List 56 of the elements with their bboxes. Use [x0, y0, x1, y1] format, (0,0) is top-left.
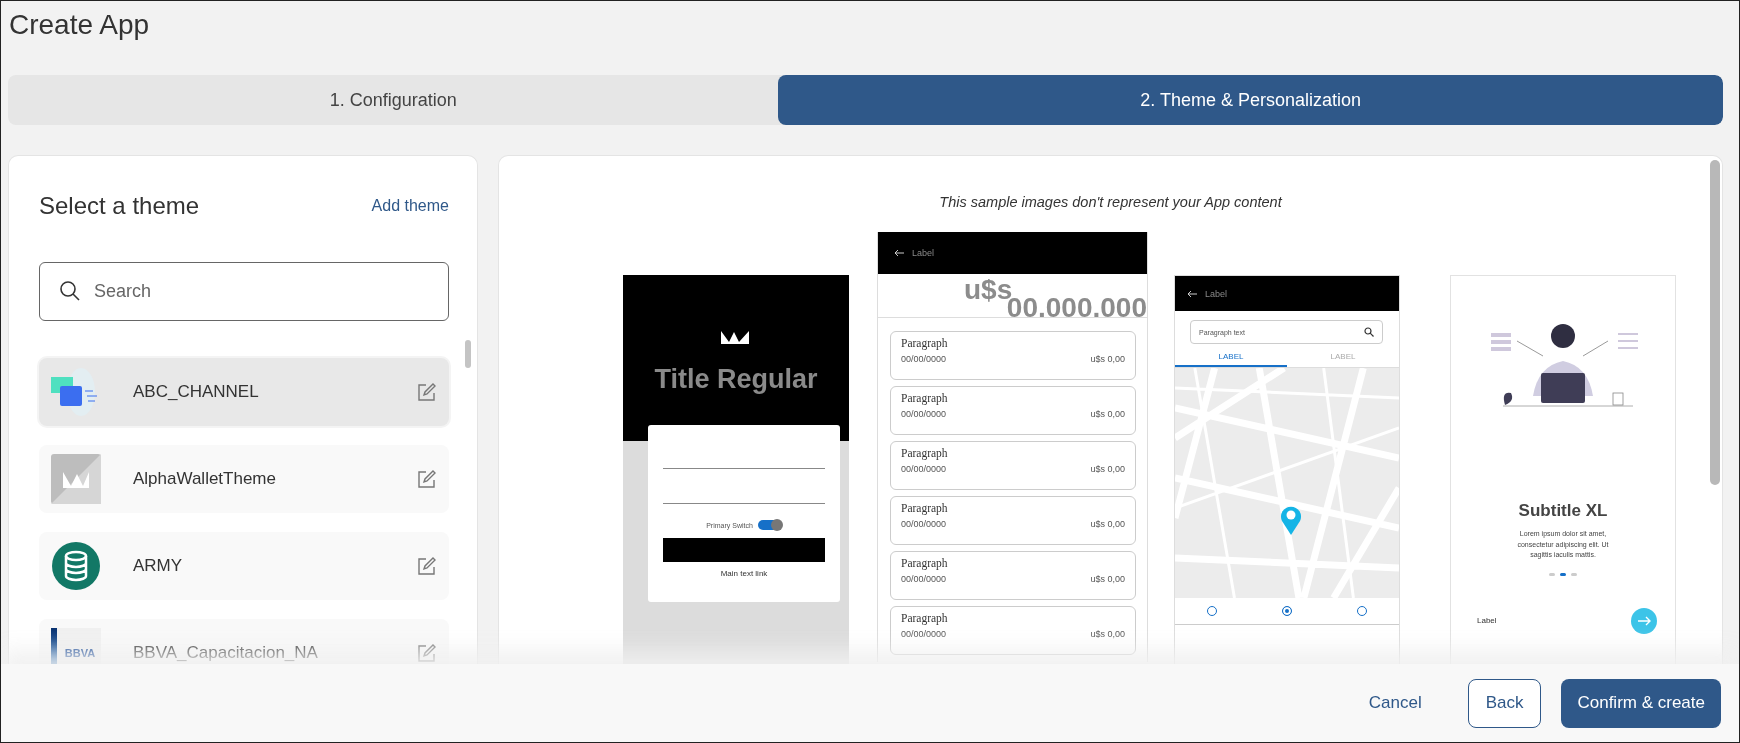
card-date: 00/00/0000 [901, 519, 947, 529]
panel-heading: Select a theme [39, 192, 200, 220]
back-arrow-icon [1187, 289, 1197, 298]
bank-logo: BBVA [51, 628, 101, 664]
back-arrow-icon [894, 249, 904, 257]
theme-name: ABC_CHANNEL [132, 382, 260, 402]
theme-item[interactable]: AlphaWalletTheme [39, 445, 449, 513]
step-tab[interactable]: 1. Configuration [8, 75, 779, 125]
mockup-title: Title Regular [654, 364, 818, 395]
edit-icon[interactable] [417, 382, 437, 402]
crown-logo-icon [51, 454, 101, 504]
crown-logo-icon [721, 330, 751, 346]
card-amount: u$s 0,00 [1090, 519, 1125, 529]
card-title: Paragraph [901, 502, 949, 514]
card-title: Paragraph [901, 337, 949, 349]
theme-name: ARMY [132, 556, 184, 576]
card-amount: u$s 0,00 [1090, 629, 1125, 639]
edit-icon[interactable] [417, 556, 437, 576]
theme-item[interactable]: ABC_CHANNEL [39, 358, 449, 426]
edit-icon[interactable] [417, 643, 437, 663]
search-icon [59, 280, 81, 302]
search-field[interactable]: Search [39, 262, 449, 321]
card-title: Paragraph [901, 447, 949, 459]
confirm-button[interactable]: Confirm & create [1561, 678, 1721, 728]
card-date: 00/00/0000 [901, 629, 947, 639]
card-date: 00/00/0000 [901, 409, 947, 419]
map-pin-icon [1280, 505, 1302, 535]
card-amount: u$s 0,00 [1090, 574, 1125, 584]
card-date: 00/00/0000 [901, 574, 947, 584]
header-label: Label [912, 248, 935, 258]
cancel-button[interactable]: Cancel [1354, 683, 1436, 723]
scrollbar[interactable] [1710, 160, 1720, 485]
edit-icon[interactable] [417, 469, 437, 489]
back-button[interactable]: Back [1467, 678, 1542, 728]
card-amount: u$s 0,00 [1090, 354, 1125, 364]
search-icon [1364, 327, 1374, 337]
add-theme-link[interactable]: Add theme [371, 197, 449, 215]
mockup-label: Label [1477, 616, 1497, 625]
database-icon [51, 541, 101, 591]
card-title: Paragraph [901, 557, 949, 569]
card-date: 00/00/0000 [901, 464, 947, 474]
page-title: Create App [8, 8, 151, 42]
preview-caption: This sample images don't represent your App content [938, 194, 1284, 210]
scrollbar[interactable] [465, 340, 471, 368]
card-title: Paragraph [901, 392, 949, 404]
theme-name: BBVA_Capacitacion_NA [132, 643, 319, 663]
step-tab[interactable]: 2. Theme & Personalization [778, 75, 1723, 125]
header-label: Label [1205, 288, 1228, 299]
theme-name: AlphaWalletTheme [132, 469, 277, 489]
card-date: 00/00/0000 [901, 354, 947, 364]
card-title: Paragraph [901, 612, 949, 624]
tab-label: LABEL [1329, 352, 1357, 363]
theme-item[interactable]: ARMY [39, 532, 449, 600]
card-amount: u$s 0,00 [1090, 464, 1125, 474]
mockup-subtitle: Subtitle XL [1518, 501, 1608, 521]
card-amount: u$s 0,00 [1090, 409, 1125, 419]
